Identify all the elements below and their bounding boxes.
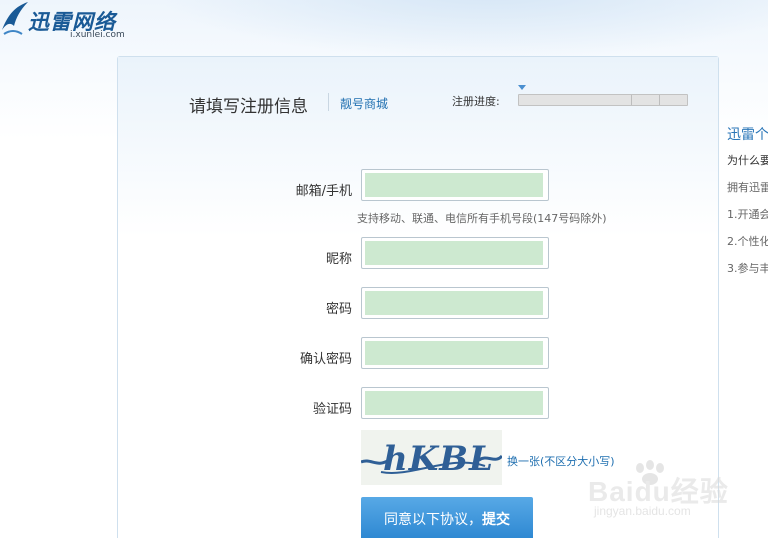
benefits-title: 迅雷个 (727, 127, 768, 143)
page-title: 请填写注册信息 (189, 97, 308, 117)
captcha-input[interactable] (365, 391, 543, 415)
baidu-watermark: Baidu经验 jingyan.baidu.com (588, 460, 738, 530)
bird-logo-icon (2, 2, 28, 35)
vanity-number-shop-link[interactable]: 靓号商城 (340, 95, 388, 112)
agree-and-submit-button[interactable]: 同意以下协议，提交 (361, 497, 533, 538)
password-field[interactable] (361, 287, 549, 319)
header-background (150, 0, 768, 60)
progress-bar (518, 94, 688, 106)
title-divider (328, 93, 329, 111)
password-label: 密码 (325, 302, 352, 317)
progress-step-divider (659, 95, 660, 105)
email-label: 邮箱/手机 (295, 184, 352, 199)
confirm-password-label: 确认密码 (299, 352, 352, 367)
benefits-line: 为什么要 (727, 154, 768, 167)
benefits-line: 2.个性化 (727, 235, 768, 248)
email-input[interactable] (365, 173, 543, 197)
captcha-image[interactable]: hKBL (360, 430, 504, 485)
email-hint: 支持移动、联通、电信所有手机号段(147号码除外) (357, 212, 607, 225)
xunlei-logo[interactable]: 迅雷网络 i.xunlei.com (0, 0, 140, 44)
captcha-field[interactable] (361, 387, 549, 419)
confirm-password-input[interactable] (365, 341, 543, 365)
confirm-password-field[interactable] (361, 337, 549, 369)
email-field[interactable] (361, 169, 549, 201)
logo-domain: i.xunlei.com (70, 30, 125, 40)
nickname-field[interactable] (361, 237, 549, 269)
progress-pointer-icon (518, 85, 526, 90)
password-input[interactable] (365, 291, 543, 315)
benefits-line: 拥有迅雷 (727, 181, 768, 194)
captcha-label: 验证码 (312, 402, 352, 417)
progress-step-divider (631, 95, 632, 105)
submit-bold: 提交 (482, 512, 510, 528)
nickname-input[interactable] (365, 241, 543, 265)
benefits-line: 1.开通会 (727, 208, 768, 221)
progress-label: 注册进度: (452, 95, 500, 108)
submit-prefix: 同意以下协议， (384, 512, 482, 528)
watermark-url: jingyan.baidu.com (594, 504, 691, 518)
nickname-label: 昵称 (325, 252, 352, 267)
registration-page: 迅雷网络 i.xunlei.com 请填写注册信息 靓号商城 注册进度: 邮箱/… (0, 0, 768, 538)
benefits-panel: 迅雷个 为什么要 拥有迅雷 1.开通会 2.个性化 3.参与丰 (727, 124, 768, 287)
benefits-line: 3.参与丰 (727, 262, 768, 275)
